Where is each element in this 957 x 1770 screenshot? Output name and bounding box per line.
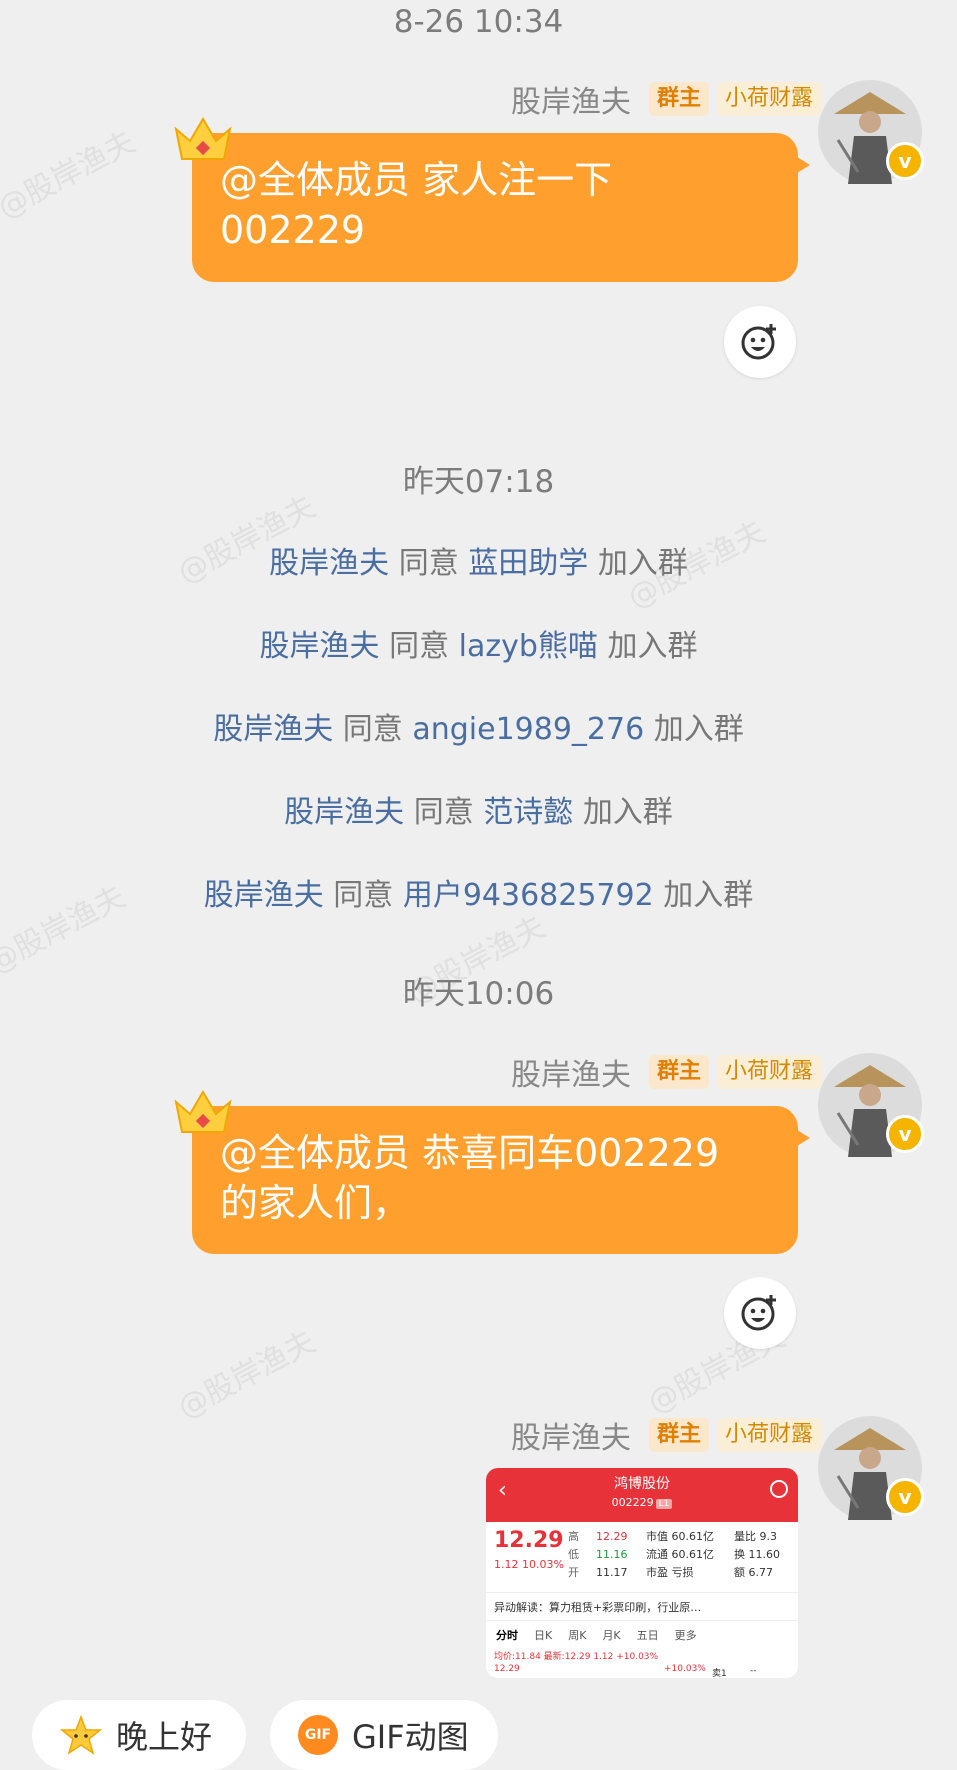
stock-vol-info: 量比 9.3 换 11.60 额 6.77 — [734, 1530, 780, 1579]
system-message: 股岸渔夫 同意 lazyb熊喵 加入群 — [0, 627, 957, 667]
watermark: @股岸渔夫 — [172, 1324, 322, 1426]
stock-code: 002229 L1 — [486, 1496, 798, 1509]
owner-badge: 群主 — [648, 82, 709, 116]
stock-change: 1.12 10.03% — [494, 1558, 564, 1571]
star-emoji-icon — [60, 1714, 102, 1755]
actor-name[interactable]: 股岸渔夫 — [284, 795, 404, 830]
tab-daily: 日K — [534, 1629, 553, 1642]
timestamp: 昨天10:06 — [402, 976, 555, 1012]
tab-five-day: 五日 — [636, 1629, 659, 1642]
message-text: 的家人们， — [220, 1181, 411, 1225]
add-reaction-button[interactable] — [724, 1277, 796, 1349]
message-text: @全体成员 恭喜同车002229 — [220, 1131, 720, 1175]
add-reaction-button[interactable] — [724, 306, 796, 378]
gif-icon: GIF — [298, 1715, 338, 1755]
verb: 同意 — [333, 878, 394, 913]
stock-chart-axis: 12.29 +10.03% 卖1 -- — [494, 1664, 757, 1678]
action: 加入群 — [582, 795, 673, 830]
watermark: @股岸渔夫 — [0, 124, 142, 226]
quick-reply-label: 晚上好 — [116, 1718, 213, 1756]
action: 加入群 — [607, 629, 698, 664]
verified-icon: v — [886, 142, 924, 180]
tab-more: 更多 — [674, 1629, 697, 1642]
emoji-add-icon — [741, 1295, 776, 1331]
quick-reply-bar: 晚上好 GIF GIF动图 — [0, 1696, 957, 1770]
stock-hlo-labels: 高低开 — [568, 1530, 579, 1579]
action: 加入群 — [653, 712, 744, 747]
message-bubble[interactable]: @全体成员 家人注一下 002229 — [174, 117, 810, 282]
owner-badge: 群主 — [648, 1055, 709, 1089]
action: 加入群 — [663, 878, 754, 913]
verb: 同意 — [398, 546, 459, 581]
actor-name[interactable]: 股岸渔夫 — [269, 546, 389, 581]
stock-tabs: 分时 日K 周K 月K 五日 更多 — [486, 1620, 798, 1649]
quick-reply-good-evening[interactable]: 晚上好 — [32, 1700, 246, 1770]
level-chip: L1 — [655, 1499, 673, 1509]
verified-icon: v — [886, 1115, 924, 1153]
message-text: @全体成员 家人注一下 — [220, 158, 613, 202]
stock-cap-info: 市值 60.61亿 流通 60.61亿 市盈 亏损 — [646, 1530, 714, 1579]
stock-hlo-values: 12.29 11.16 11.17 — [596, 1530, 628, 1579]
title-badge: 小荷财露 — [716, 82, 821, 116]
system-message: 股岸渔夫 同意 蓝田助学 加入群 — [0, 544, 957, 584]
bubble-tail — [794, 155, 810, 175]
tab-weekly: 周K — [568, 1629, 587, 1642]
system-message: 股岸渔夫 同意 用户9436825792 加入群 — [0, 876, 957, 916]
target-name[interactable]: angie1989_276 — [412, 712, 644, 747]
bubble-tail — [794, 1128, 810, 1148]
target-name[interactable]: 范诗懿 — [483, 795, 573, 830]
verb: 同意 — [413, 795, 474, 830]
stock-quote: 12.29 1.12 10.03% 高低开 12.29 11.16 11.17 市值… — [486, 1522, 798, 1592]
quick-reply-gif[interactable]: GIF GIF动图 — [270, 1700, 498, 1770]
system-message: 股岸渔夫 同意 angie1989_276 加入群 — [0, 710, 957, 750]
timestamp: 8-26 10:34 — [393, 4, 564, 40]
tab-monthly: 月K — [602, 1629, 621, 1642]
stock-name: 鸿博股份 — [614, 1476, 670, 1492]
title-badge: 小荷财露 — [716, 1055, 821, 1089]
message-bubble[interactable]: @全体成员 恭喜同车002229 的家人们， — [174, 1090, 810, 1254]
stock-price: 12.29 — [494, 1528, 564, 1553]
timestamp: 昨天07:18 — [402, 464, 555, 500]
quick-reply-label: GIF动图 — [352, 1718, 469, 1756]
stock-news: 异动解读：算力租赁+彩票印刷，行业原… — [486, 1592, 798, 1620]
search-icon — [770, 1480, 788, 1498]
sender-name[interactable]: 股岸渔夫 — [511, 1050, 631, 1094]
avatar[interactable]: v — [818, 1053, 924, 1157]
actor-name[interactable]: 股岸渔夫 — [260, 629, 380, 664]
owner-badge: 群主 — [648, 1418, 709, 1452]
title-badge: 小荷财露 — [716, 1418, 821, 1452]
stock-avg-line: 均价:11.84 最新:12.29 1.12 +10.03% — [494, 1652, 659, 1662]
stock-code-text: 002229 — [611, 1496, 654, 1509]
action: 加入群 — [597, 546, 688, 581]
emoji-add-icon — [741, 324, 776, 360]
stock-header: ‹ 鸿博股份 002229 L1 — [486, 1468, 798, 1522]
actor-name[interactable]: 股岸渔夫 — [213, 712, 333, 747]
message-text: 002229 — [220, 208, 366, 252]
sender-name[interactable]: 股岸渔夫 — [511, 77, 631, 121]
target-name[interactable]: 蓝田助学 — [468, 546, 588, 581]
crown-icon — [174, 1090, 232, 1133]
crown-icon — [174, 117, 232, 160]
avatar[interactable]: v — [818, 1416, 924, 1520]
verb: 同意 — [342, 712, 403, 747]
sender-name[interactable]: 股岸渔夫 — [511, 1413, 631, 1457]
target-name[interactable]: lazyb熊喵 — [459, 629, 598, 664]
target-name[interactable]: 用户9436825792 — [403, 878, 654, 913]
verified-icon: v — [886, 1478, 924, 1516]
tab-intraday: 分时 — [496, 1629, 518, 1642]
stock-screenshot-image[interactable]: ‹ 鸿博股份 002229 L1 12.29 1.12 10.03% 高低开 12… — [486, 1468, 798, 1678]
sender-row: 股岸渔夫 群主 小荷财露 — [511, 1051, 821, 1093]
sender-row: 股岸渔夫 群主 小荷财露 — [511, 78, 821, 120]
system-message: 股岸渔夫 同意 范诗懿 加入群 — [0, 793, 957, 833]
sender-row: 股岸渔夫 群主 小荷财露 — [511, 1414, 821, 1456]
avatar[interactable]: v — [818, 80, 924, 184]
verb: 同意 — [389, 629, 450, 664]
actor-name[interactable]: 股岸渔夫 — [204, 878, 324, 913]
